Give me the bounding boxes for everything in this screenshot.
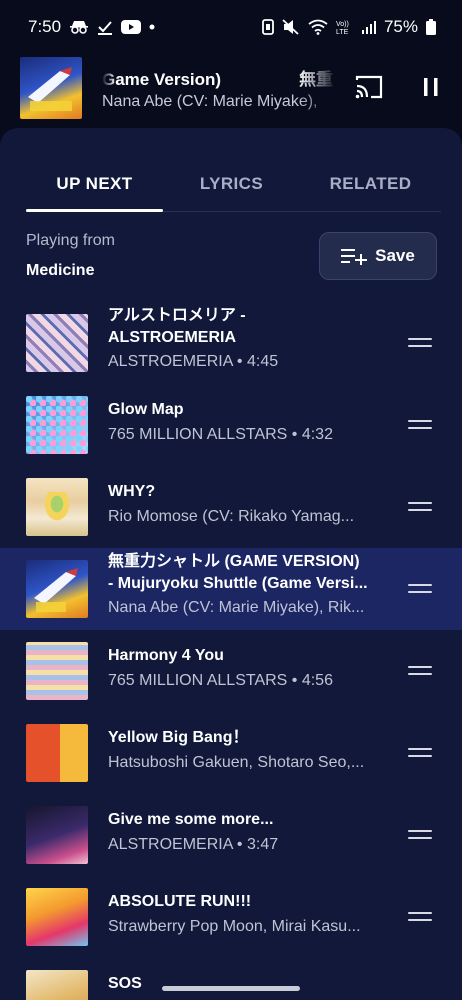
track-thumbnail: [26, 642, 88, 700]
track-subtitle: ALSTROEMERIA • 3:47: [108, 836, 279, 853]
queue-item-now-playing[interactable]: 無重力シャトル (GAME VERSION) - Mujuryoku Shutt…: [0, 548, 462, 630]
queue-sheet: UP NEXT LYRICS RELATED Playing from Medi…: [0, 128, 462, 1000]
track-title: Give me some more...: [108, 811, 274, 828]
marquee-fade-left: [102, 65, 116, 89]
track-title: Glow Map: [108, 401, 184, 418]
pause-icon: [424, 78, 438, 96]
mini-player[interactable]: Game Version)無重 Nana Abe (CV: Marie Miya…: [0, 54, 462, 122]
queue-item[interactable]: SOS: [0, 958, 462, 1000]
incognito-icon: [69, 20, 89, 34]
tab-up-next[interactable]: UP NEXT: [26, 174, 163, 194]
queue-item[interactable]: WHY? Rio Momose (CV: Rikako Yamag...: [0, 466, 462, 548]
youtube-icon: [121, 20, 142, 34]
tab-bar: UP NEXT LYRICS RELATED: [26, 162, 441, 212]
track-thumbnail: [26, 314, 88, 372]
pause-button[interactable]: [420, 74, 444, 102]
cast-icon: [355, 75, 383, 99]
track-thumbnail: [26, 724, 88, 782]
track-thumbnail: [26, 560, 88, 618]
active-tab-indicator: [26, 209, 163, 212]
track-title: Yellow Big Bang！: [108, 729, 249, 746]
signal-icon: [361, 20, 376, 34]
svg-text:LTE: LTE: [336, 29, 349, 35]
wifi-icon: [308, 19, 328, 35]
nfc-icon: [262, 19, 274, 35]
drag-handle-icon[interactable]: [408, 744, 434, 762]
queue-item[interactable]: ABSOLUTE RUN!!! Strawberry Pop Moon, Mir…: [0, 876, 462, 958]
track-subtitle: Nana Abe (CV: Marie Miyake), Rik...: [108, 599, 365, 616]
status-time: 7:50: [28, 17, 62, 36]
track-title: アルストロメリア -: [108, 307, 246, 324]
save-button[interactable]: Save: [319, 232, 437, 280]
drag-handle-icon[interactable]: [408, 498, 434, 516]
track-title: 無重力シャトル (GAME VERSION): [108, 553, 360, 570]
queue-item[interactable]: アルストロメリア - ALSTROEMERIA ALSTROEMERIA • 4…: [0, 302, 462, 384]
save-button-label: Save: [375, 246, 415, 265]
playlist-name[interactable]: Medicine: [26, 262, 94, 280]
track-title: SOS: [108, 975, 142, 992]
drag-handle-icon[interactable]: [408, 826, 434, 844]
status-left: 7:50: [28, 17, 155, 37]
drag-handle-icon[interactable]: [408, 334, 434, 352]
track-title: ABSOLUTE RUN!!!: [108, 893, 252, 910]
track-subtitle: ALSTROEMERIA • 4:45: [108, 353, 279, 370]
track-thumbnail: [26, 396, 88, 454]
mute-icon: [282, 19, 300, 35]
status-bar: 7:50 Vo)) LTE 75%: [0, 0, 462, 54]
shuttle-art-icon: [28, 67, 72, 111]
tab-lyrics[interactable]: LYRICS: [163, 174, 300, 194]
track-title: WHY?: [108, 483, 156, 500]
track-subtitle: 765 MILLION ALLSTARS • 4:32: [108, 426, 333, 443]
track-thumbnail: [26, 888, 88, 946]
marquee-fade-right: [298, 65, 338, 111]
playlist-add-icon: [341, 249, 368, 265]
track-subtitle: 765 MILLION ALLSTARS • 4:56: [108, 672, 333, 689]
track-subtitle: Strawberry Pop Moon, Mirai Kasu...: [108, 918, 361, 935]
shuttle-art-icon: [34, 568, 78, 612]
queue-item[interactable]: Yellow Big Bang！ Hatsuboshi Gakuen, Shot…: [0, 712, 462, 794]
mini-player-title: Game Version): [102, 70, 222, 89]
track-thumbnail: [26, 970, 88, 1000]
track-title-line2: ALSTROEMERIA: [108, 329, 236, 346]
mini-player-texts[interactable]: Game Version)無重 Nana Abe (CV: Marie Miya…: [102, 65, 338, 111]
mini-player-album-art[interactable]: [20, 57, 82, 119]
track-subtitle: Hatsuboshi Gakuen, Shotaro Seo,...: [108, 754, 365, 771]
drag-handle-icon[interactable]: [408, 416, 434, 434]
battery-percent: 75%: [383, 17, 418, 36]
queue-item[interactable]: Glow Map 765 MILLION ALLSTARS • 4:32: [0, 384, 462, 466]
drag-handle-icon[interactable]: [408, 580, 434, 598]
drag-handle-icon[interactable]: [408, 908, 434, 926]
download-done-icon: [97, 19, 113, 35]
tab-related[interactable]: RELATED: [300, 174, 441, 194]
queue-item[interactable]: Harmony 4 You 765 MILLION ALLSTARS • 4:5…: [0, 630, 462, 712]
battery-icon: [426, 19, 436, 35]
queue-item[interactable]: Give me some more... ALSTROEMERIA • 3:47: [0, 794, 462, 876]
queue-list: アルストロメリア - ALSTROEMERIA ALSTROEMERIA • 4…: [0, 302, 462, 1000]
svg-text:Vo)): Vo)): [336, 21, 349, 28]
dot-icon: [149, 24, 155, 30]
playing-from-label: Playing from: [26, 232, 115, 249]
track-title-line2: - Mujuryoku Shuttle (Game Versi...: [108, 575, 368, 592]
cast-button[interactable]: [354, 74, 386, 102]
track-thumbnail: [26, 806, 88, 864]
drag-handle-icon[interactable]: [408, 662, 434, 680]
track-thumbnail: [26, 478, 88, 536]
track-subtitle: Rio Momose (CV: Rikako Yamag...: [108, 508, 355, 525]
track-title: Harmony 4 You: [108, 647, 224, 664]
home-indicator[interactable]: [162, 986, 300, 991]
status-right: Vo)) LTE 75%: [262, 17, 436, 37]
volte-icon: Vo)) LTE: [336, 19, 354, 35]
